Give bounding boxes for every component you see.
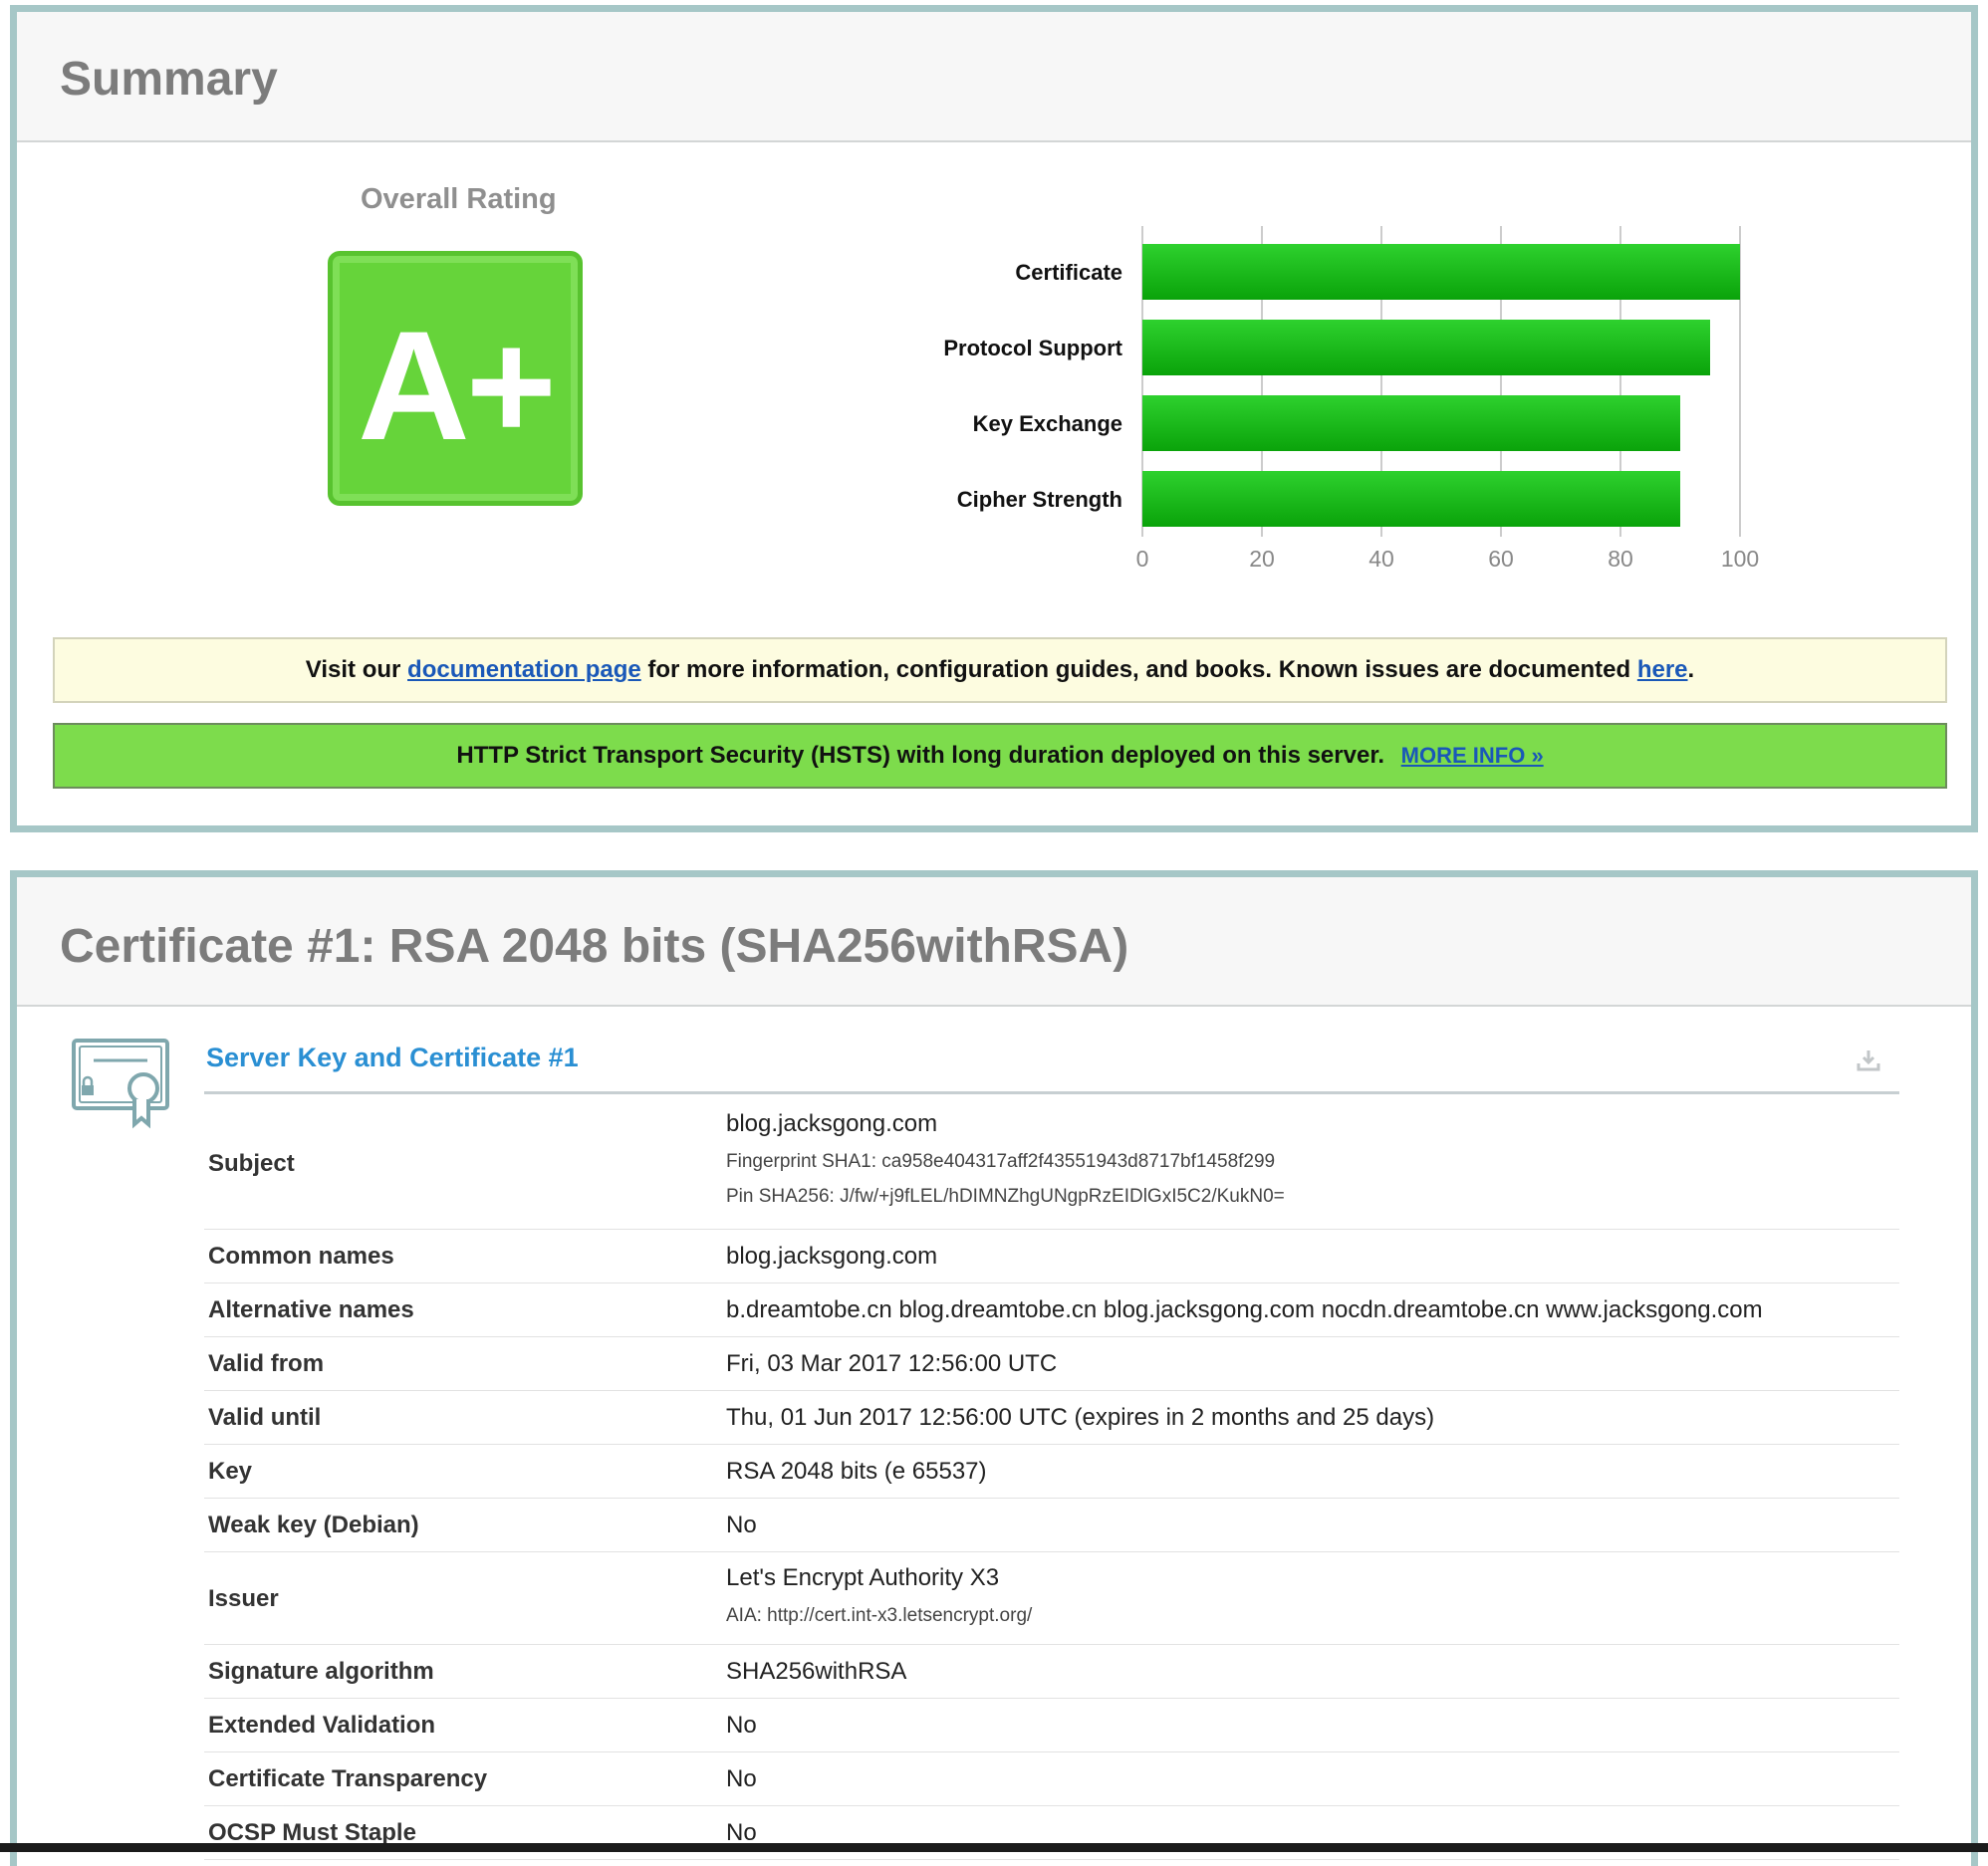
row-label: Alternative names [208,1296,414,1323]
table-row: Issuer Let's Encrypt Authority X3 AIA: htt… [204,1552,1899,1645]
more-info-link[interactable]: MORE INFO » [1401,743,1544,768]
doc-notice-text-2: for more information, configuration guid… [640,656,1637,683]
grade-text: A+ [358,300,557,473]
x-tick-label: 0 [1136,546,1149,572]
row-label: Valid from [208,1350,325,1377]
documentation-page-link[interactable]: documentation page [407,656,641,683]
row-value: SHA256withRSA [726,1658,906,1686]
table-row: Certificate Transparency No [204,1752,1899,1806]
row-label: Issuer [208,1584,279,1612]
x-tick-label: 40 [1368,546,1394,572]
category-label: Protocol Support [943,336,1122,360]
summary-panel: Summary Overall Rating A+ 0 20 40 60 80 100 Ce… [10,5,1978,832]
row-value: blog.jacksgong.com Fingerprint SHA1: ca95… [726,1110,1285,1208]
bar-cipher-strength [1142,471,1680,527]
category-label: Cipher Strength [957,487,1122,512]
row-value: b.dreamtobe.cn blog.dreamtobe.cn blog.ja… [726,1296,1763,1324]
summary-header: Summary [17,12,1971,142]
bar-certificate [1142,244,1740,300]
row-value: Let's Encrypt Authority X3 AIA: http://ce… [726,1564,1032,1627]
table-row: Extended Validation No [204,1699,1899,1752]
server-key-section-title: Server Key and Certificate #1 [206,1043,579,1072]
certificate-title: Certificate #1: RSA 2048 bits (SHA256wit… [60,920,1129,973]
rating-bar-chart: 0 20 40 60 80 100 Certificate Protocol Support K… [943,226,1759,572]
row-value-text: Fri, 03 Mar 2017 12:56:00 UTC [726,1350,1058,1377]
bar-protocol-support [1142,320,1710,375]
row-label: Key [208,1458,253,1485]
table-row: Valid from Fri, 03 Mar 2017 12:56:00 UTC [204,1337,1899,1391]
x-tick-label: 60 [1488,546,1514,572]
row-value-text: b.dreamtobe.cn blog.dreamtobe.cn blog.ja… [726,1296,1763,1323]
doc-notice-text-3: . [1687,656,1695,683]
certificate-icon [72,1039,169,1129]
certificate-panel: Certificate #1: RSA 2048 bits (SHA256wit… [10,870,1978,1866]
bottom-bar [0,1843,1988,1852]
row-value: No [726,1512,757,1539]
row-value-text: RSA 2048 bits (e 65537) [726,1458,987,1485]
section-divider [204,1091,1899,1094]
table-row: Alternative names b.dreamtobe.cn blog.dre… [204,1283,1899,1337]
summary-title: Summary [60,53,278,106]
certificate-details-table: Subject blog.jacksgong.com Fingerprint SHA… [204,1098,1899,1860]
row-label: Common names [208,1243,394,1270]
hsts-notice: HTTP Strict Transport Security (HSTS) wi… [53,723,1947,789]
table-row: Signature algorithm SHA256withRSA [204,1645,1899,1699]
row-subvalue: AIA: http://cert.int-x3.letsencrypt.org/ [726,1605,1033,1626]
row-value-text: Thu, 01 Jun 2017 12:56:00 UTC (expires i… [726,1404,1435,1431]
row-label: Certificate Transparency [208,1765,488,1792]
doc-notice-text-1: Visit our [305,656,408,683]
row-label: Subject [208,1150,295,1177]
certificate-header: Certificate #1: RSA 2048 bits (SHA256wit… [17,877,1971,1007]
row-subvalue: Pin SHA256: J/fw/+j9fLEL/hDIMNZhgUNgpRzE… [726,1186,1285,1207]
category-label: Certificate [1015,260,1122,285]
table-row: Key RSA 2048 bits (e 65537) [204,1445,1899,1499]
table-row: Valid until Thu, 01 Jun 2017 12:56:00 UTC… [204,1391,1899,1445]
row-label: Signature algorithm [208,1658,434,1685]
row-value-text: blog.jacksgong.com [726,1110,938,1137]
bar-key-exchange [1142,395,1680,451]
row-label: Extended Validation [208,1712,436,1739]
row-value: RSA 2048 bits (e 65537) [726,1458,987,1486]
row-value-text: No [726,1512,757,1538]
row-value: No [726,1765,757,1793]
hsts-notice-text: HTTP Strict Transport Security (HSTS) wi… [456,742,1384,769]
row-value: No [726,1712,757,1740]
documentation-notice: Visit our documentation page for more in… [53,637,1947,703]
row-value-text: Let's Encrypt Authority X3 [726,1564,1000,1591]
row-label: Weak key (Debian) [208,1512,419,1538]
row-value-text: No [726,1765,757,1792]
row-value: blog.jacksgong.com [726,1243,937,1271]
x-tick-label: 100 [1721,546,1759,572]
table-row: Common names blog.jacksgong.com [204,1230,1899,1283]
table-row: Weak key (Debian) No [204,1499,1899,1552]
row-value-text: blog.jacksgong.com [726,1243,938,1270]
row-subvalue: Fingerprint SHA1: ca958e404317aff2f43551… [726,1151,1276,1172]
overall-rating-label: Overall Rating [361,183,557,215]
row-label: Valid until [208,1404,322,1431]
grade-badge: A+ [328,251,583,506]
x-tick-label: 20 [1249,546,1275,572]
known-issues-link[interactable]: here [1637,656,1688,683]
row-value-text: SHA256withRSA [726,1658,907,1685]
row-value: Fri, 03 Mar 2017 12:56:00 UTC [726,1350,1057,1378]
table-row: Subject blog.jacksgong.com Fingerprint SHA… [204,1098,1899,1230]
row-value: Thu, 01 Jun 2017 12:56:00 UTC (expires i… [726,1404,1434,1432]
download-icon[interactable] [1857,1049,1880,1072]
row-value-text: No [726,1712,757,1739]
x-tick-label: 80 [1608,546,1633,572]
category-label: Key Exchange [973,411,1122,436]
